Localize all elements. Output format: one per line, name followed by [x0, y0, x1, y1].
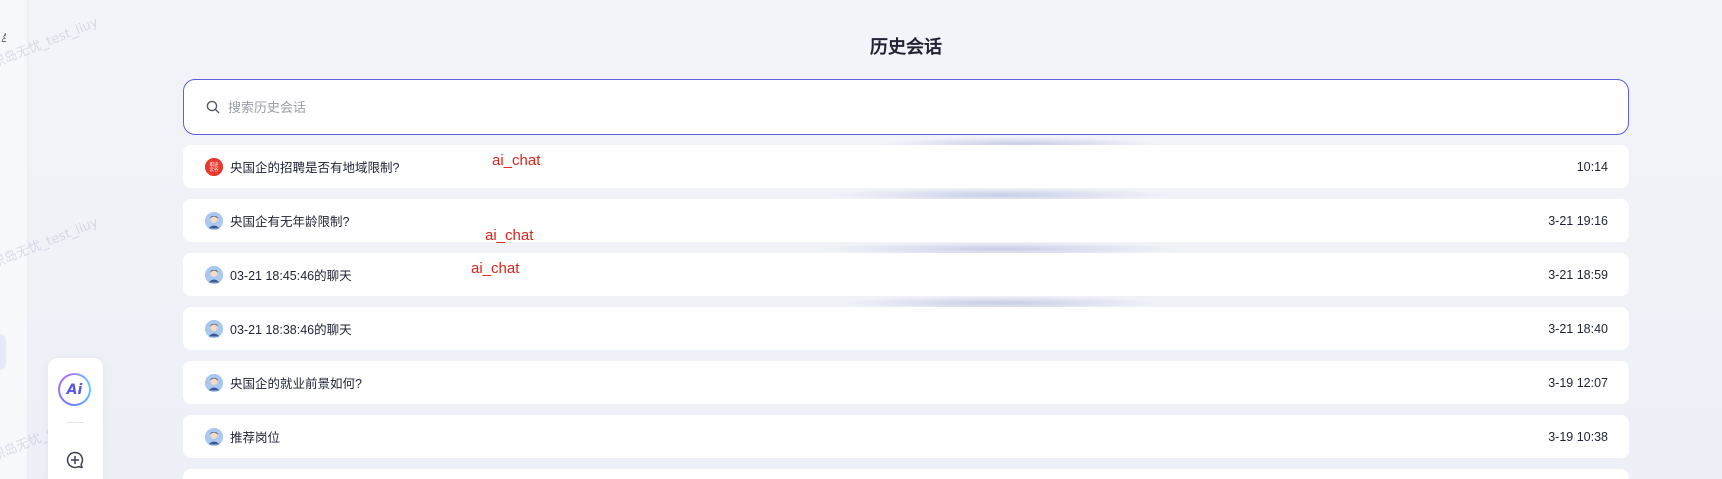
tool-panel: Ai	[48, 358, 103, 479]
annotation-label: ai_chat	[485, 227, 534, 244]
user-avatar-icon	[205, 427, 223, 446]
session-title: 央国企的招聘是否有地域限制?	[230, 161, 400, 175]
session-time: 3-21 19:16	[1548, 213, 1608, 228]
session-time: 3-19 12:07	[1548, 375, 1608, 390]
new-chat-icon[interactable]	[65, 450, 85, 470]
brand-logo-icon: 职途 云谷	[205, 157, 223, 176]
ai-assistant-button[interactable]: Ai	[58, 373, 91, 406]
ai-label: Ai	[60, 375, 89, 404]
session-row[interactable]: 03-21 18:38:46的聊天 3-21 18:40	[183, 307, 1629, 350]
session-title: 央国企有无年龄限制?	[230, 215, 350, 229]
page-title: 历史会话	[870, 37, 942, 57]
session-title: 央国企的就业前景如何?	[230, 377, 362, 391]
session-title: 03-21 18:45:46的聊天	[230, 269, 352, 283]
search-icon	[206, 100, 220, 114]
user-avatar-icon	[205, 319, 223, 338]
session-time: 10:14	[1576, 159, 1608, 174]
user-avatar-icon	[205, 373, 223, 392]
session-row[interactable]: 03-21 18:45:46的聊天 3-21 18:59	[183, 253, 1629, 296]
session-row[interactable]: 推荐岗位 3-19 10:38	[183, 415, 1629, 458]
session-title: 推荐岗位	[230, 431, 281, 445]
session-row[interactable]: 央国企有无年龄限制? 3-21 19:16	[183, 199, 1629, 242]
annotation-label: ai_chat	[471, 260, 520, 277]
sidebar-active-item[interactable]	[0, 334, 6, 370]
user-avatar-icon	[205, 211, 223, 230]
search-input[interactable]	[228, 99, 1628, 115]
session-title: 03-21 18:38:46的聊天	[230, 323, 352, 337]
svg-text:云谷: 云谷	[210, 166, 219, 173]
session-row-partial[interactable]	[183, 469, 1629, 479]
session-time: 3-21 18:59	[1548, 267, 1608, 282]
session-row[interactable]: 职途 云谷 央国企的招聘是否有地域限制? 10:14	[183, 145, 1629, 188]
svg-text:职途: 职途	[210, 161, 219, 168]
divider	[66, 422, 84, 423]
session-time: 3-21 18:40	[1548, 321, 1608, 336]
search-box[interactable]	[183, 79, 1629, 135]
session-time: 3-19 10:38	[1548, 429, 1608, 444]
annotation-label: ai_chat	[492, 152, 541, 169]
session-row[interactable]: 央国企的就业前景如何? 3-19 12:07	[183, 361, 1629, 404]
user-avatar-icon	[205, 265, 223, 284]
